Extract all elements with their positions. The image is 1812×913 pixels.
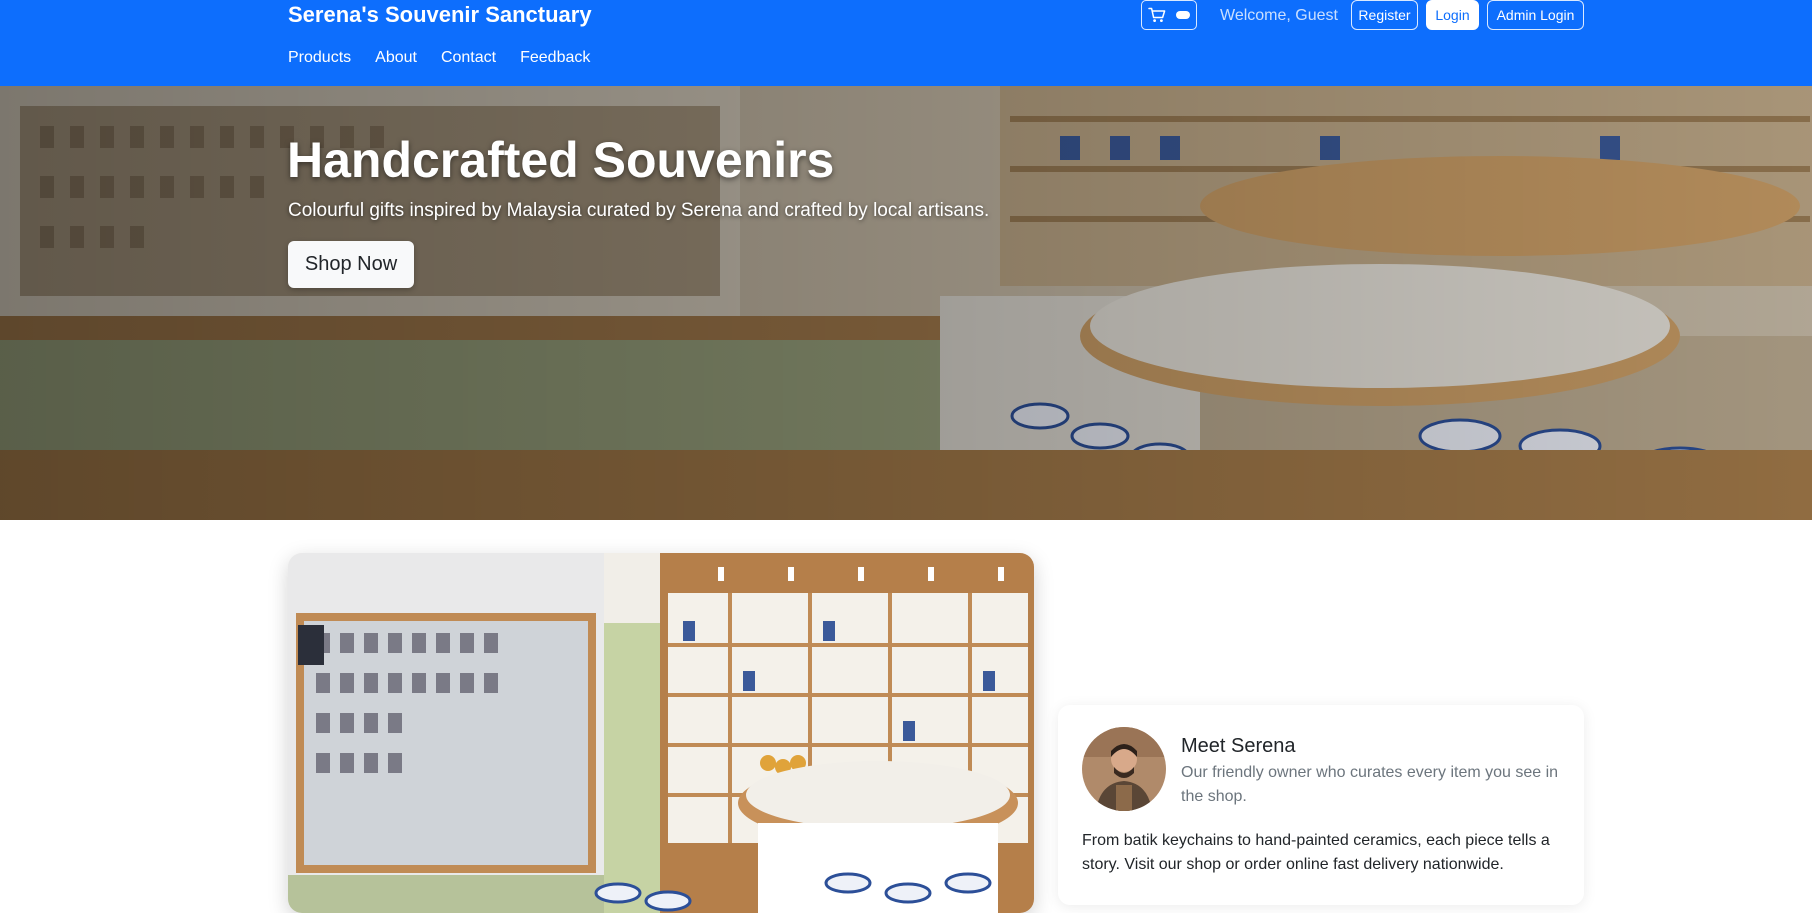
nav-link-feedback[interactable]: Feedback [520,48,590,68]
owner-tagline: Our friendly owner who curates every ite… [1181,764,1559,805]
owner-heading: Meet Serena [1181,735,1296,757]
shop-description: From batik keychains to hand-painted cer… [1082,832,1550,873]
hero-banner: Handcrafted Souvenirs Colourful gifts in… [0,86,1812,520]
owner-avatar [1082,727,1166,811]
site-brand[interactable]: Serena's Souvenir Sanctuary [288,2,592,28]
shop-now-button[interactable]: Shop Now [288,241,414,288]
nav-link-about[interactable]: About [375,48,417,68]
cart-icon [1148,7,1166,22]
nav-link-products[interactable]: Products [288,48,351,68]
welcome-text: Welcome, Guest [1220,7,1338,24]
cart-button[interactable] [1141,0,1197,30]
nav-links: Products About Contact Feedback [288,48,614,68]
owner-card: Meet Serena Our friendly owner who curat… [1058,705,1584,905]
store-interior-image [288,553,1034,913]
register-button[interactable]: Register [1351,0,1418,30]
login-button[interactable]: Login [1426,0,1479,30]
admin-login-button[interactable]: Admin Login [1487,0,1584,30]
nav-link-contact[interactable]: Contact [441,48,496,68]
hero-overlay [0,86,1812,520]
hero-title: Handcrafted Souvenirs [287,132,835,188]
cart-count-badge [1176,11,1190,19]
hero-subtitle: Colourful gifts inspired by Malaysia cur… [288,200,990,221]
top-navbar: Serena's Souvenir Sanctuary Products Abo… [0,0,1812,86]
